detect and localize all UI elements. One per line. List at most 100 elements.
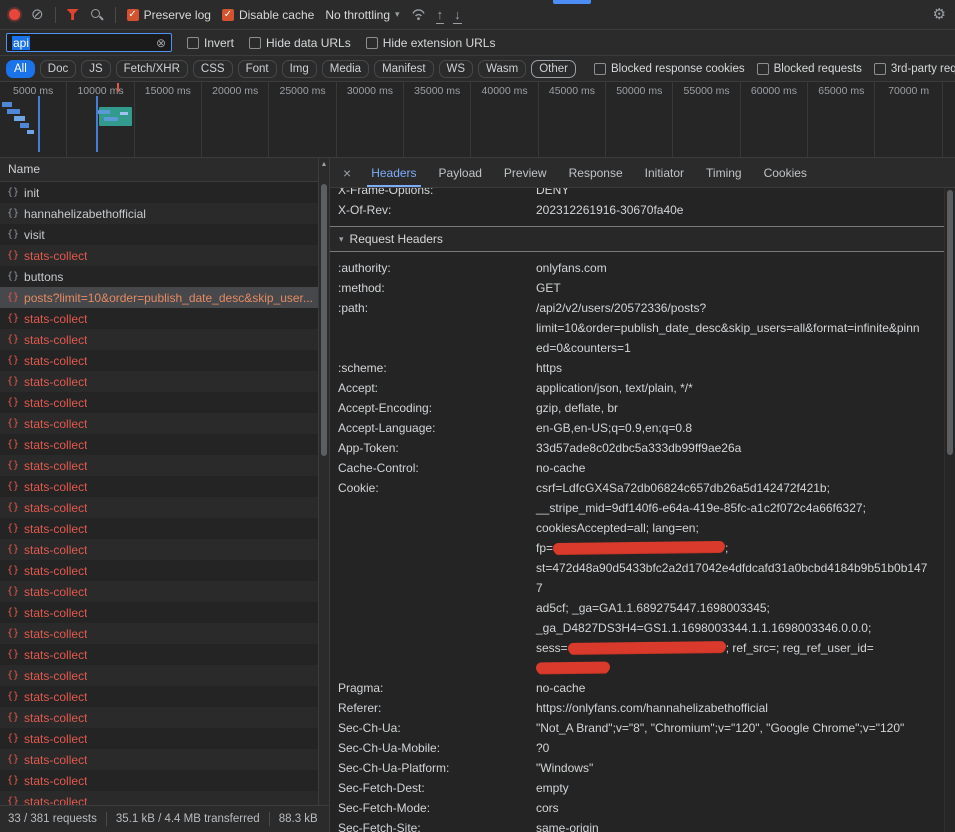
header-name: :authority: [338, 258, 536, 278]
request-row[interactable]: {}stats-collect [0, 665, 329, 686]
tab-headers[interactable]: Headers [360, 158, 427, 187]
filter-toolbar: api ⊗ Invert Hide data URLs Hide extensi… [0, 30, 955, 56]
type-filter-css[interactable]: CSS [193, 60, 233, 78]
details-scrollbar[interactable] [944, 188, 955, 832]
request-row[interactable]: {}stats-collect [0, 308, 329, 329]
request-row[interactable]: {}stats-collect [0, 413, 329, 434]
close-details-button[interactable]: × [334, 165, 360, 181]
scroll-up-arrow[interactable]: ▲ [319, 158, 329, 171]
type-filter-ws[interactable]: WS [439, 60, 474, 78]
record-button[interactable] [9, 9, 20, 20]
tab-timing[interactable]: Timing [695, 158, 753, 187]
request-name: stats-collect [24, 753, 87, 767]
request-row[interactable]: {}stats-collect [0, 791, 329, 805]
request-row[interactable]: {}stats-collect [0, 581, 329, 602]
header-name: :path: [338, 298, 536, 358]
timeline-tick-label: 50000 ms [616, 85, 662, 97]
tab-preview[interactable]: Preview [493, 158, 558, 187]
request-row[interactable]: {}stats-collect [0, 371, 329, 392]
request-row[interactable]: {}stats-collect [0, 644, 329, 665]
type-filter-doc[interactable]: Doc [40, 60, 76, 78]
request-row[interactable]: {}stats-collect [0, 245, 329, 266]
tab-payload[interactable]: Payload [428, 158, 493, 187]
request-row[interactable]: {}stats-collect [0, 707, 329, 728]
request-row[interactable]: {}stats-collect [0, 434, 329, 455]
type-filter-img[interactable]: Img [282, 60, 317, 78]
network-conditions-button[interactable] [411, 8, 426, 21]
request-type-icon: {} [7, 355, 19, 366]
request-row[interactable]: {}stats-collect [0, 623, 329, 644]
details-tab-strip: HeadersPayloadPreviewResponseInitiatorTi… [360, 158, 818, 187]
header-row: X-Of-Rev:202312261916-30670fa40e [338, 200, 933, 220]
type-filter-js[interactable]: JS [81, 60, 110, 78]
request-row[interactable]: {}stats-collect [0, 560, 329, 581]
header-row: Sec-Fetch-Dest:empty [338, 778, 933, 798]
type-filter-font[interactable]: Font [238, 60, 277, 78]
request-row[interactable]: {}init [0, 182, 329, 203]
type-filter-wasm[interactable]: Wasm [478, 60, 526, 78]
request-row[interactable]: {}stats-collect [0, 455, 329, 476]
tab-initiator[interactable]: Initiator [634, 158, 695, 187]
request-row[interactable]: {}stats-collect [0, 539, 329, 560]
disable-cache-checkbox[interactable]: ✓ Disable cache [222, 8, 314, 22]
header-name: Pragma: [338, 678, 536, 698]
request-row[interactable]: {}stats-collect [0, 329, 329, 350]
tab-cookies[interactable]: Cookies [753, 158, 818, 187]
search-button[interactable] [90, 8, 104, 22]
request-list-rows: {}init{}hannahelizabethofficial{}visit{}… [0, 182, 329, 805]
request-row[interactable]: {}hannahelizabethofficial [0, 203, 329, 224]
request-row[interactable]: {}stats-collect [0, 602, 329, 623]
tab-response[interactable]: Response [558, 158, 634, 187]
request-row[interactable]: {}buttons [0, 266, 329, 287]
header-name: Accept-Language: [338, 418, 536, 438]
header-value: ?0 [536, 738, 933, 758]
devtools-network-panel: ⊘ ✓ Preserve log ✓ Disable cache No thro… [0, 0, 955, 832]
request-row[interactable]: {}stats-collect [0, 497, 329, 518]
request-row[interactable]: {}posts?limit=10&order=publish_date_desc… [0, 287, 329, 308]
headers-content: X-Frame-Options:DENYX-Of-Rev:20231226191… [330, 188, 955, 832]
har-export-button[interactable]: ↓ [454, 8, 461, 21]
throttling-select[interactable]: No throttling ▾ [325, 8, 399, 22]
request-row[interactable]: {}stats-collect [0, 476, 329, 497]
request-row[interactable]: {}stats-collect [0, 749, 329, 770]
filter-checkbox-blocked-response-cookies[interactable]: Blocked response cookies [594, 63, 745, 75]
invert-checkbox[interactable]: Invert [187, 36, 234, 50]
type-filter-other[interactable]: Other [531, 60, 576, 78]
preserve-log-checkbox[interactable]: ✓ Preserve log [127, 8, 211, 22]
clear-filter-icon[interactable]: ⊗ [156, 37, 166, 49]
request-headers-section-header[interactable]: ▾ Request Headers [330, 226, 955, 252]
request-row[interactable]: {}stats-collect [0, 392, 329, 413]
request-row[interactable]: {}stats-collect [0, 728, 329, 749]
request-row[interactable]: {}stats-collect [0, 518, 329, 539]
request-row[interactable]: {}stats-collect [0, 770, 329, 791]
filter-checkbox-3rd-party-requests[interactable]: 3rd-party requests [874, 63, 955, 75]
request-row[interactable]: {}stats-collect [0, 350, 329, 371]
type-filter-media[interactable]: Media [322, 60, 369, 78]
waterfall-bar [27, 130, 34, 134]
type-filter-manifest[interactable]: Manifest [374, 60, 433, 78]
scrollbar-thumb[interactable] [321, 184, 327, 456]
filter-checkbox-blocked-requests[interactable]: Blocked requests [757, 63, 862, 75]
preserve-log-label: Preserve log [144, 8, 211, 22]
network-overview-timeline[interactable]: 5000 ms10000 ms15000 ms20000 ms25000 ms3… [0, 82, 955, 158]
filter-toggle-button[interactable] [67, 9, 79, 20]
settings-button[interactable]: ⚙ [933, 7, 946, 22]
request-row[interactable]: {}visit [0, 224, 329, 245]
search-icon [90, 8, 104, 22]
request-list-scrollbar[interactable]: ▲ [318, 158, 329, 805]
har-import-button[interactable]: ↑ [437, 8, 444, 21]
type-filter-all[interactable]: All [6, 60, 35, 78]
timeline-tick-label: 35000 ms [414, 85, 460, 97]
header-name: Sec-Ch-Ua-Mobile: [338, 738, 536, 758]
header-name: Sec-Ch-Ua-Platform: [338, 758, 536, 778]
name-column-header[interactable]: Name [0, 158, 329, 182]
scrollbar-thumb[interactable] [947, 190, 953, 455]
request-row[interactable]: {}stats-collect [0, 686, 329, 707]
clear-button[interactable]: ⊘ [31, 7, 44, 22]
header-value-text: ; [725, 541, 728, 555]
network-filter-input[interactable]: api ⊗ [6, 33, 172, 52]
type-filter-fetchxhr[interactable]: Fetch/XHR [116, 60, 188, 78]
hide-data-urls-checkbox[interactable]: Hide data URLs [249, 36, 351, 50]
hide-extension-urls-checkbox[interactable]: Hide extension URLs [366, 36, 496, 50]
timeline-tick-label: 5000 ms [13, 85, 53, 97]
